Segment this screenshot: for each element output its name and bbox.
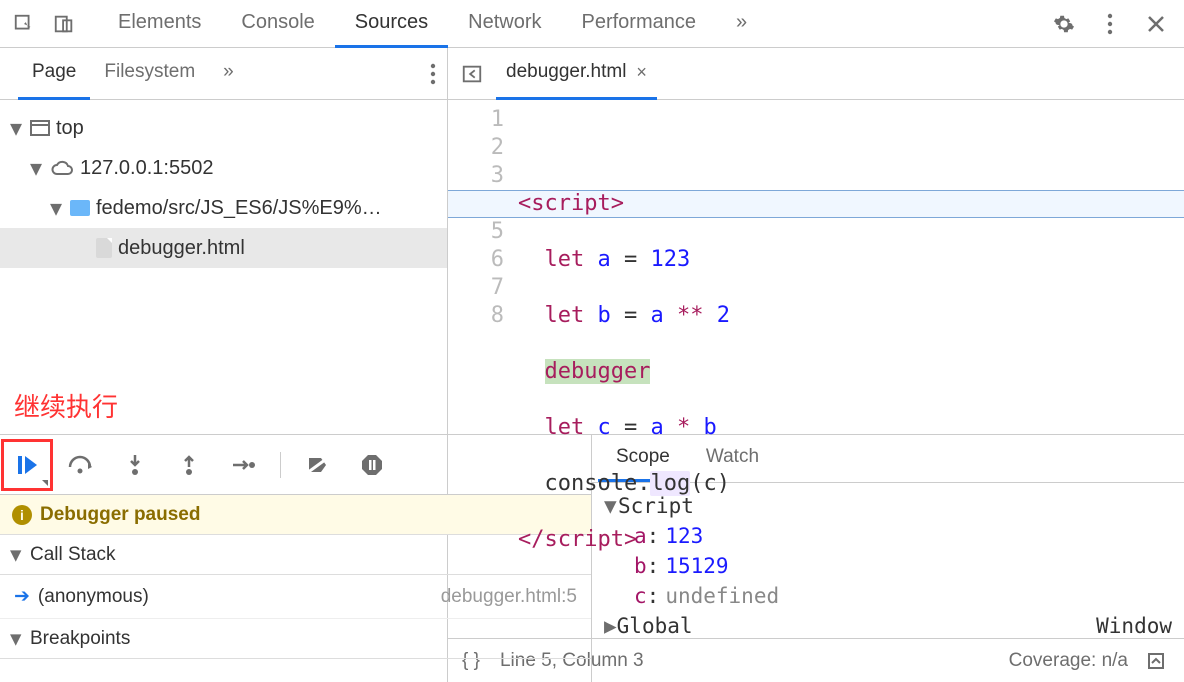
devtools-topbar: Elements Console Sources Network Perform… bbox=[0, 0, 1184, 48]
kebab-menu-icon[interactable] bbox=[1096, 10, 1124, 38]
code-editor[interactable]: 1 2 3 4 5 6 7 8 <script> let a = 123 let… bbox=[448, 100, 1184, 638]
deactivate-breakpoints-button[interactable] bbox=[301, 448, 335, 482]
close-devtools-icon[interactable] bbox=[1142, 10, 1170, 38]
toggle-navigator-icon[interactable] bbox=[458, 60, 486, 88]
resume-script-button[interactable] bbox=[10, 448, 44, 482]
current-frame-arrow-icon: ➔ bbox=[14, 586, 30, 607]
device-toggle-icon[interactable] bbox=[50, 10, 78, 38]
tab-elements[interactable]: Elements bbox=[98, 0, 221, 48]
file-tab-name: debugger.html bbox=[506, 61, 626, 83]
pause-on-exceptions-button[interactable] bbox=[355, 448, 389, 482]
tree-folder[interactable]: ▼ fedemo/src/JS_ES6/JS%E9%… bbox=[0, 188, 447, 228]
open-file-tab[interactable]: debugger.html × bbox=[496, 48, 657, 100]
topbar-left bbox=[0, 10, 88, 38]
info-icon: i bbox=[12, 505, 32, 525]
tabs-overflow[interactable]: » bbox=[716, 0, 767, 48]
editor-tab-bar: debugger.html × bbox=[448, 48, 1184, 99]
file-icon bbox=[96, 238, 112, 258]
step-over-button[interactable] bbox=[64, 448, 98, 482]
tree-host[interactable]: ▼ 127.0.0.1:5502 bbox=[0, 148, 447, 188]
topbar-right bbox=[1050, 10, 1184, 38]
debugger-toolbar bbox=[0, 435, 591, 495]
tab-network[interactable]: Network bbox=[448, 0, 561, 48]
tab-performance[interactable]: Performance bbox=[562, 0, 717, 48]
tree-folder-label: fedemo/src/JS_ES6/JS%E9%… bbox=[96, 197, 382, 220]
code-content: <script> let a = 123 let b = a ** 2 debu… bbox=[518, 106, 1184, 638]
inspect-element-icon[interactable] bbox=[10, 10, 38, 38]
frame-icon bbox=[30, 120, 50, 136]
subtab-overflow[interactable]: » bbox=[209, 48, 248, 100]
stack-frame[interactable]: ➔(anonymous) debugger.html:5 bbox=[0, 575, 591, 619]
navigator-menu-icon[interactable] bbox=[419, 60, 447, 88]
tree-file[interactable]: debugger.html bbox=[0, 228, 447, 268]
tree-file-label: debugger.html bbox=[118, 237, 245, 260]
debugger-paused-banner: i Debugger paused bbox=[0, 495, 591, 535]
step-into-button[interactable] bbox=[118, 448, 152, 482]
cloud-icon bbox=[50, 160, 74, 176]
navigator-tabs: Page Filesystem » bbox=[0, 48, 448, 99]
debugger-left: 继续执行 i bbox=[0, 435, 592, 682]
editor-column: 1 2 3 4 5 6 7 8 <script> let a = 123 let… bbox=[448, 100, 1184, 682]
tab-sources[interactable]: Sources bbox=[335, 0, 448, 48]
close-file-tab-icon[interactable]: × bbox=[636, 62, 647, 83]
subtab-filesystem[interactable]: Filesystem bbox=[90, 48, 209, 100]
tab-console[interactable]: Console bbox=[221, 0, 334, 48]
step-out-button[interactable] bbox=[172, 448, 206, 482]
folder-icon bbox=[70, 200, 90, 216]
subtab-page[interactable]: Page bbox=[18, 48, 90, 100]
toolbar-divider bbox=[280, 452, 281, 478]
settings-gear-icon[interactable] bbox=[1050, 10, 1078, 38]
tree-top-label: top bbox=[56, 117, 84, 140]
secondary-bar: Page Filesystem » debugger.html × bbox=[0, 48, 1184, 100]
breakpoints-header[interactable]: ▼ Breakpoints bbox=[0, 619, 591, 659]
step-button[interactable] bbox=[226, 448, 260, 482]
paused-text: Debugger paused bbox=[40, 504, 200, 526]
tree-host-label: 127.0.0.1:5502 bbox=[80, 157, 213, 180]
tree-top-frame[interactable]: ▼ top bbox=[0, 108, 447, 148]
main-tabs: Elements Console Sources Network Perform… bbox=[98, 0, 767, 48]
call-stack-header[interactable]: ▼ Call Stack bbox=[0, 535, 591, 575]
annotation-label: 继续执行 bbox=[14, 387, 118, 424]
